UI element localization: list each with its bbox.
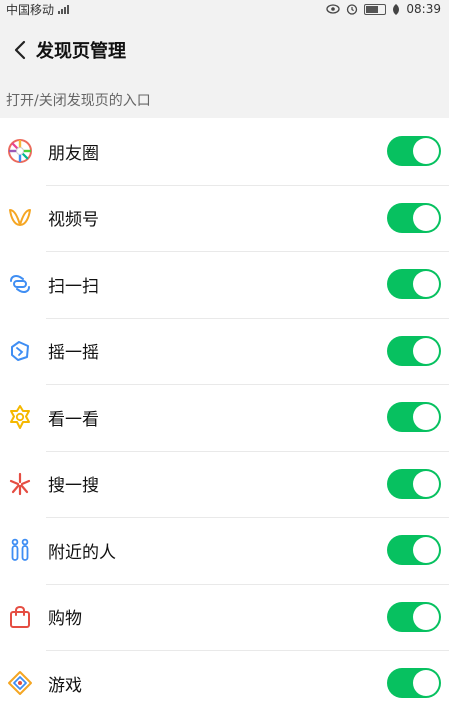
signal-icon [58, 4, 70, 14]
item-label: 搜一搜 [48, 476, 99, 497]
toggle-knob [413, 603, 439, 630]
alarm-icon [347, 4, 358, 15]
discover-entry-list: 朋友圈 视频号 扫一扫 摇一摇 看一看 搜一搜 附近的人 购物 游戏 [0, 118, 449, 717]
toggle-shopping[interactable] [387, 601, 441, 632]
people-nearby-icon [6, 536, 34, 564]
toggle-scan[interactable] [387, 269, 441, 300]
toggle-knob [413, 138, 439, 165]
toggle-game[interactable] [387, 668, 441, 699]
status-right: 08:39 [326, 2, 441, 16]
top-stories-icon [6, 403, 34, 431]
item-label: 摇一摇 [48, 343, 99, 364]
toggle-knob [413, 670, 439, 697]
toggle-knob [413, 470, 439, 497]
status-bar: 中国移动 08:39 [0, 0, 449, 18]
back-button[interactable] [0, 24, 40, 76]
toggle-knob [413, 404, 439, 431]
toggle-knob [413, 537, 439, 564]
list-item-moments: 朋友圈 [0, 118, 449, 185]
toggle-search[interactable] [387, 468, 441, 499]
status-left: 中国移动 [6, 1, 70, 18]
status-time: 08:39 [406, 2, 441, 16]
item-label: 看一看 [48, 409, 99, 430]
list-item-shopping: 购物 [0, 583, 449, 651]
scan-icon [6, 270, 34, 298]
section-hint: 打开/关闭发现页的入口 [6, 93, 151, 109]
item-label: 附近的人 [48, 542, 116, 563]
channels-icon [6, 204, 34, 232]
list-item-top-stories: 看一看 [0, 384, 449, 451]
moments-icon [6, 137, 34, 165]
toggle-people-nearby[interactable] [387, 535, 441, 566]
list-item-channels: 视频号 [0, 184, 449, 252]
search-icon [6, 470, 34, 498]
toggle-channels[interactable] [387, 202, 441, 233]
list-item-search: 搜一搜 [0, 450, 449, 518]
navigation-bar: 发现页管理 [0, 24, 449, 76]
game-icon [6, 669, 34, 697]
shopping-bag-icon [6, 603, 34, 631]
item-label: 扫一扫 [48, 276, 99, 297]
toggle-knob [413, 337, 439, 364]
item-label: 购物 [48, 609, 82, 630]
leaf-icon [393, 3, 400, 15]
list-item-shake: 摇一摇 [0, 317, 449, 385]
toggle-top-stories[interactable] [387, 402, 441, 433]
toggle-shake[interactable] [387, 335, 441, 366]
page-title: 发现页管理 [36, 41, 126, 62]
carrier-name: 中国移动 [6, 2, 55, 17]
toggle-moments[interactable] [387, 136, 441, 167]
toggle-knob [413, 204, 439, 231]
eye-icon [326, 4, 341, 14]
back-chevron-icon [14, 40, 26, 60]
item-label: 游戏 [48, 675, 82, 696]
list-item-scan: 扫一扫 [0, 251, 449, 318]
item-label: 朋友圈 [48, 143, 99, 164]
toggle-knob [413, 271, 439, 298]
list-item-people-nearby: 附近的人 [0, 517, 449, 584]
battery-icon [364, 3, 387, 15]
shake-icon [6, 337, 34, 365]
item-label: 视频号 [48, 210, 99, 231]
